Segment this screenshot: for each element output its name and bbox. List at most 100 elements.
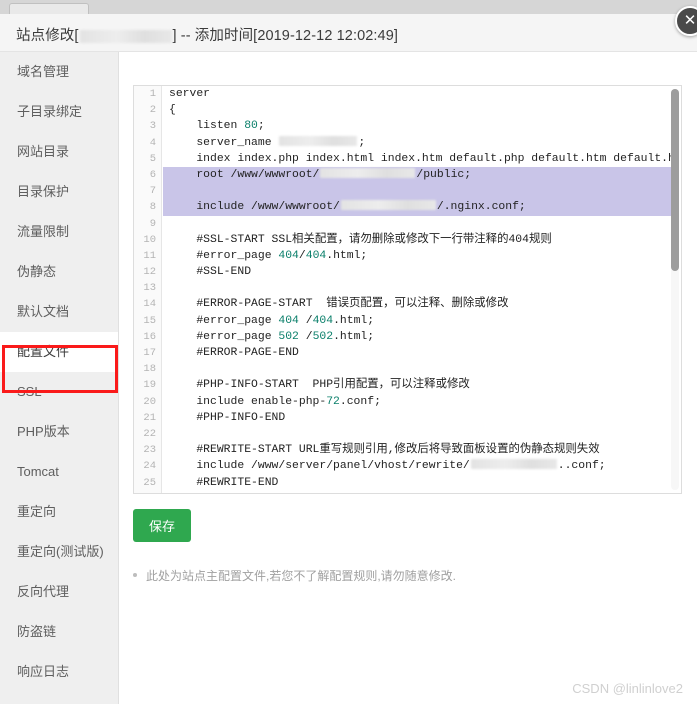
sidebar-item-label: 重定向(测试版) [17, 544, 104, 559]
line-number: 19 [143, 379, 156, 392]
modal-title-mid: ] -- 添加时间[ [172, 28, 258, 44]
code-line[interactable]: include enable-php-72.conf; [163, 394, 671, 410]
line-number: 8 [149, 201, 156, 214]
line-number: 2 [149, 104, 156, 117]
code-line[interactable]: #ERROR-PAGE-END [163, 345, 671, 361]
save-button[interactable]: 保存 [133, 509, 192, 542]
code-line[interactable]: #SSL-END [163, 264, 671, 280]
code-line[interactable] [163, 426, 671, 442]
sidebar-item-label: 反向代理 [17, 584, 70, 599]
code-text: /.nginx.conf; [436, 201, 526, 214]
code-text: .html; [326, 249, 368, 262]
code-number: 404 [278, 249, 299, 262]
code-number: 80 [244, 120, 258, 133]
code-line[interactable] [163, 183, 671, 200]
bullet-icon [133, 573, 137, 577]
redacted-text [279, 135, 358, 146]
config-note-text: 此处为站点主配置文件,若您不了解配置规则,请勿随意修改. [146, 569, 457, 583]
code-line[interactable]: server [163, 86, 671, 102]
content-panel: 1 2 3 4 5 6 7 8 9 10 11 12 13 14 15 16 17 18 19 20 21 22 23 24 2… [119, 52, 697, 704]
sidebar-item-5[interactable]: 伪静态 [0, 252, 118, 292]
code-text: .html; [333, 330, 375, 343]
sidebar-item-label: 子目录绑定 [17, 104, 83, 119]
sidebar-item-9[interactable]: PHP版本 [0, 412, 118, 452]
line-number: 18 [143, 363, 156, 376]
sidebar-item-label: 目录保护 [17, 184, 70, 199]
sidebar-item-8[interactable]: SSL [0, 372, 118, 412]
code-line[interactable]: #error_page 404/404.html; [163, 248, 671, 264]
sidebar-item-1[interactable]: 子目录绑定 [0, 92, 118, 132]
line-number: 1 [149, 88, 156, 100]
sidebar-item-13[interactable]: 反向代理 [0, 572, 118, 612]
code-line[interactable]: #PHP-INFO-START PHP引用配置，可以注释或修改 [163, 377, 671, 393]
sidebar-item-4[interactable]: 流量限制 [0, 212, 118, 252]
sidebar-item-3[interactable]: 目录保护 [0, 172, 118, 212]
sidebar-item-label: 流量限制 [17, 224, 70, 239]
code-text: server_name [169, 136, 279, 149]
sidebar-item-2[interactable]: 网站目录 [0, 132, 118, 172]
code-line[interactable]: { [163, 102, 671, 118]
line-number: 4 [149, 136, 156, 149]
sidebar-item-label: 防盗链 [17, 624, 57, 639]
sidebar-item-0[interactable]: 域名管理 [0, 52, 118, 92]
line-number: 25 [143, 476, 156, 489]
code-text: .conf; [339, 395, 381, 408]
modal-title-prefix: 站点修改[ [16, 28, 79, 44]
sidebar-item-6[interactable]: 默认文档 [0, 292, 118, 332]
code-text: ..conf; [557, 460, 606, 473]
code-text: server [169, 88, 211, 100]
sidebar-item-11[interactable]: 重定向 [0, 492, 118, 532]
code-line[interactable]: #PHP-INFO-END [163, 410, 671, 426]
config-note: 此处为站点主配置文件,若您不了解配置规则,请勿随意修改. [133, 567, 456, 584]
modal-title: 站点修改[] -- 添加时间[2019-12-12 12:02:49] [16, 24, 398, 45]
config-editor[interactable]: 1 2 3 4 5 6 7 8 9 10 11 12 13 14 15 16 17 18 19 20 21 22 23 24 2… [133, 85, 682, 494]
redacted-text [320, 167, 416, 178]
line-number: 6 [149, 168, 156, 181]
sidebar-item-15[interactable]: 响应日志 [0, 652, 118, 692]
sidebar-item-label: 域名管理 [17, 64, 70, 79]
code-number: 502 [278, 330, 299, 343]
code-line[interactable]: #SSL-START SSL相关配置，请勿删除或修改下一行带注释的404规则 [163, 232, 671, 248]
sidebar-item-12[interactable]: 重定向(测试版) [0, 532, 118, 572]
code-number: 72 [326, 395, 340, 408]
code-text: include /www/wwwroot/ [169, 201, 340, 214]
sidebar-item-label: 配置文件 [17, 344, 70, 359]
code-line[interactable] [163, 280, 671, 296]
code-line[interactable] [163, 216, 671, 232]
sidebar-item-10[interactable]: Tomcat [0, 452, 118, 492]
modal-header: 站点修改[] -- 添加时间[2019-12-12 12:02:49] ✕ [0, 6, 697, 52]
code-text: .html; [333, 314, 375, 327]
code-line[interactable]: #ERROR-PAGE-START 错误页配置，可以注释、删除或修改 [163, 296, 671, 312]
sidebar-item-label: 响应日志 [17, 664, 70, 679]
editor-scrollbar[interactable] [671, 89, 679, 490]
code-number: 404 [305, 249, 327, 262]
code-line[interactable]: root /www/wwwroot/ /public; [163, 166, 671, 184]
code-text: include /www/server/panel/vhost/rewrite/ [169, 460, 470, 473]
code-text: ; [257, 120, 265, 133]
code-line[interactable]: #error_page 404 /404.html; [163, 313, 671, 329]
code-line[interactable]: index index.php index.html index.htm def… [163, 151, 671, 167]
watermark: CSDN @linlinlove2 [572, 681, 683, 696]
code-line[interactable]: #REWRITE-END [163, 475, 671, 491]
code-line[interactable]: include /www/server/panel/vhost/rewrite/… [163, 458, 671, 474]
sidebar-item-7[interactable]: 配置文件 [0, 332, 118, 372]
code-text: /public; [416, 168, 472, 181]
code-line[interactable]: listen 80; [163, 118, 671, 134]
sidebar-item-14[interactable]: 防盗链 [0, 612, 118, 652]
line-number: 10 [143, 233, 156, 246]
code-line[interactable]: server_name ; [163, 135, 671, 151]
code-text: #error_page [169, 249, 279, 262]
code-line[interactable] [163, 361, 671, 377]
code-text: include enable-php- [169, 395, 327, 408]
editor-code-area[interactable]: server { listen 80; server_name ; index i… [163, 86, 671, 493]
code-line[interactable]: #error_page 502 /502.html; [163, 329, 671, 345]
code-text: ; [358, 136, 366, 149]
close-icon[interactable]: ✕ [675, 6, 697, 36]
code-number: 404 [312, 314, 334, 327]
modal-title-suffix: ] [393, 28, 398, 44]
editor-scrollbar-thumb[interactable] [671, 89, 679, 271]
code-number: 502 [312, 330, 334, 343]
code-line[interactable]: #REWRITE-START URL重写规则引用,修改后将导致面板设置的伪静态规… [163, 442, 671, 458]
site-edit-modal: 站点修改[] -- 添加时间[2019-12-12 12:02:49] ✕ 域名… [0, 6, 697, 704]
code-line[interactable]: include /www/wwwroot/ /.nginx.conf; [163, 199, 671, 216]
